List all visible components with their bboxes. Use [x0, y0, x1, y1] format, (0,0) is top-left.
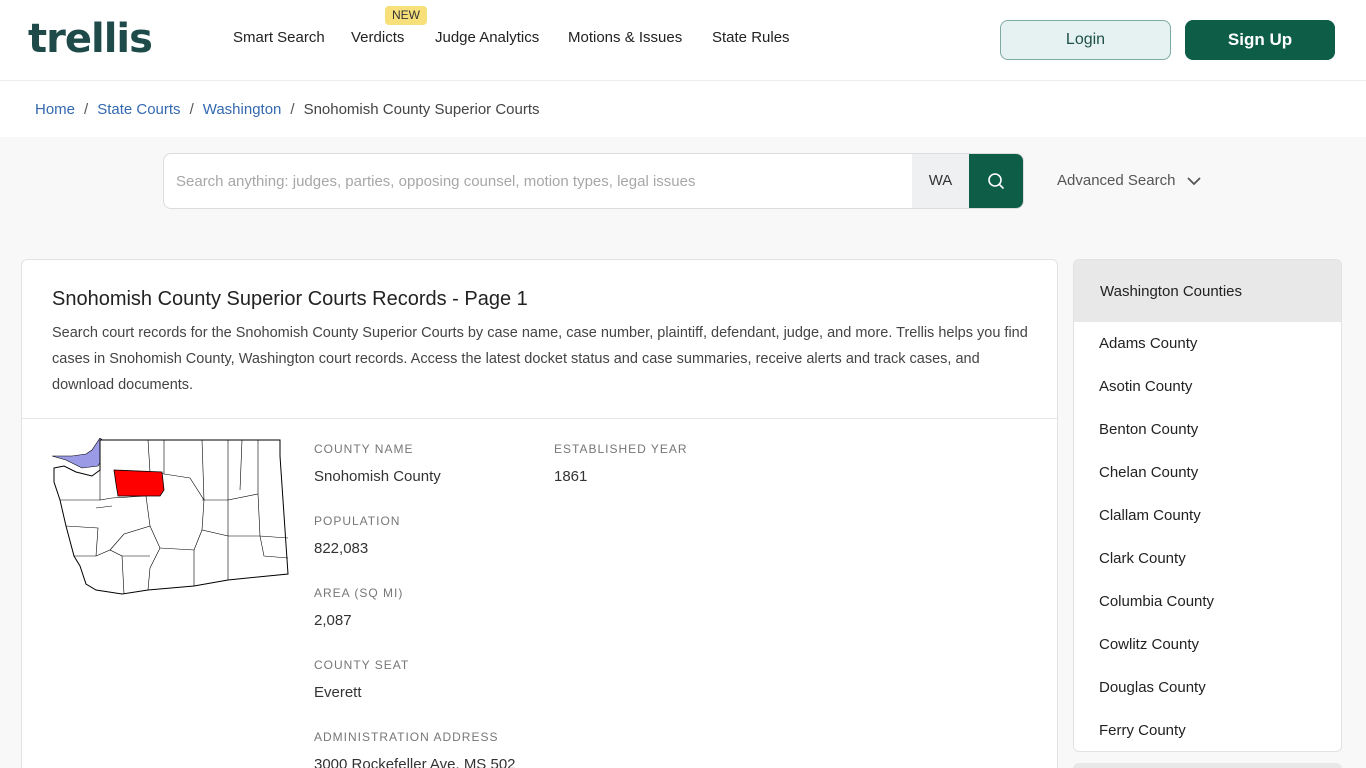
nav-motions-issues[interactable]: Motions & Issues [568, 29, 682, 46]
county-link-ferry[interactable]: Ferry County [1074, 718, 1341, 751]
divider [22, 418, 1057, 419]
site-header: trellis Smart Search Verdicts NEW Judge … [0, 0, 1366, 81]
new-badge: NEW [385, 6, 427, 25]
login-button[interactable]: Login [1000, 20, 1171, 60]
admin-address-label: Administration Address [314, 730, 499, 744]
established-year-value: 1861 [554, 468, 588, 485]
nav-state-rules[interactable]: State Rules [712, 29, 790, 46]
sidebar-title: Washington Counties [1074, 260, 1341, 322]
signup-button[interactable]: Sign Up [1185, 20, 1335, 60]
nav-smart-search[interactable]: Smart Search [233, 29, 325, 46]
search-button[interactable] [969, 154, 1023, 208]
breadcrumb-washington[interactable]: Washington [203, 101, 282, 118]
search-input[interactable] [164, 154, 912, 208]
established-year-label: Established Year [554, 442, 688, 456]
county-link-clallam[interactable]: Clallam County [1074, 503, 1341, 546]
search-bar: WA [163, 153, 1024, 209]
trellis-logo[interactable]: trellis [28, 14, 153, 64]
search-icon [988, 173, 1004, 189]
advanced-search-toggle[interactable]: Advanced Search [1057, 172, 1202, 189]
breadcrumb-bar: Home / State Courts / Washington / Snohomish C… [0, 81, 1366, 137]
county-link-columbia[interactable]: Columbia County [1074, 589, 1341, 632]
county-seat-value: Everett [314, 684, 362, 701]
washington-county-map [52, 438, 289, 595]
county-link-cowlitz[interactable]: Cowlitz County [1074, 632, 1341, 675]
breadcrumb: Home / State Courts / Washington / Snohomish C… [35, 101, 540, 118]
breadcrumb-home[interactable]: Home [35, 101, 75, 118]
population-label: Population [314, 514, 401, 528]
advanced-search-label: Advanced Search [1057, 172, 1176, 189]
page-title: Snohomish County Superior Courts Records… [52, 288, 528, 310]
breadcrumb-state-courts[interactable]: State Courts [97, 101, 180, 118]
snohomish-county-highlight [113, 469, 165, 497]
county-link-douglas[interactable]: Douglas County [1074, 675, 1341, 718]
county-name-value: Snohomish County [314, 468, 441, 485]
county-link-clark[interactable]: Clark County [1074, 546, 1341, 589]
area-label: Area (sq mi) [314, 586, 404, 600]
sidebar-next-panel [1073, 763, 1342, 768]
population-value: 822,083 [314, 540, 369, 557]
state-selector[interactable]: WA [912, 154, 969, 208]
county-link-chelan[interactable]: Chelan County [1074, 460, 1341, 503]
county-link-asotin[interactable]: Asotin County [1074, 374, 1341, 417]
admin-address-value: 3000 Rockefeller Ave, MS 502 [314, 756, 516, 768]
area-value: 2,087 [314, 612, 352, 629]
breadcrumb-current: Snohomish County Superior Courts [303, 101, 540, 118]
chevron-down-icon [1187, 176, 1202, 185]
court-records-card: Snohomish County Superior Courts Records… [21, 259, 1058, 768]
nav-verdicts[interactable]: Verdicts [351, 29, 404, 46]
county-list: Adams County Asotin County Benton County… [1074, 322, 1341, 751]
nav-judge-analytics[interactable]: Judge Analytics [435, 29, 539, 46]
county-name-label: County Name [314, 442, 414, 456]
logo-text: trellis [28, 16, 153, 62]
county-link-benton[interactable]: Benton County [1074, 417, 1341, 460]
county-link-adams[interactable]: Adams County [1074, 331, 1341, 374]
page-description: Search court records for the Snohomish C… [52, 325, 1028, 393]
county-seat-label: County Seat [314, 658, 410, 672]
counties-sidebar: Washington Counties Adams County Asotin … [1073, 259, 1342, 752]
